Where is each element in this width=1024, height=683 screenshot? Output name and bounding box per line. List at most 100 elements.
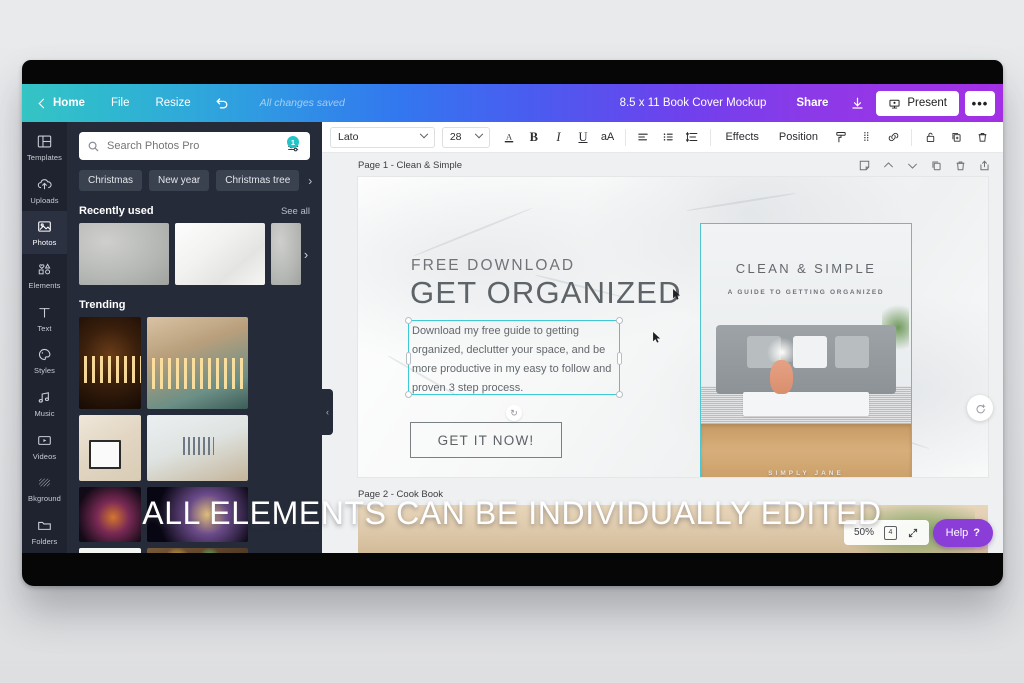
- resize-handle-top-right[interactable]: [616, 317, 623, 324]
- trending-header: Trending: [67, 285, 322, 317]
- photo-girl-lighting-menorah[interactable]: [147, 317, 248, 409]
- recent-thumb-white-marble[interactable]: [175, 223, 265, 285]
- help-question-mark: ?: [973, 527, 980, 539]
- photo-happy-paper-letters[interactable]: [79, 548, 141, 553]
- italic-button[interactable]: I: [546, 124, 571, 150]
- sidebar-item-elements[interactable]: Elements: [22, 254, 67, 297]
- link-button[interactable]: [880, 124, 906, 150]
- sidebar-item-bkground[interactable]: Bkground: [22, 468, 67, 511]
- eyebrow-text[interactable]: FREE DOWNLOAD: [411, 257, 575, 275]
- add-page-float-button[interactable]: [967, 395, 993, 421]
- book-cover-element[interactable]: CLEAN & SIMPLE A GUIDE TO GETTING ORGANI…: [700, 223, 912, 477]
- export-page-icon[interactable]: [978, 159, 991, 172]
- recently-used-see-all[interactable]: See all: [281, 206, 310, 217]
- sidebar-label-text: Text: [37, 323, 52, 333]
- toolbar-divider: [911, 128, 913, 146]
- bold-button[interactable]: B: [522, 124, 547, 150]
- photo-menorah-candles-dark[interactable]: [79, 317, 141, 409]
- home-button[interactable]: Home: [34, 84, 98, 122]
- photo-happy-holidays-card[interactable]: [79, 415, 141, 481]
- present-button[interactable]: Present: [876, 90, 959, 116]
- duplicate-page-icon[interactable]: [930, 159, 943, 172]
- share-button[interactable]: Share: [782, 84, 842, 122]
- note-icon[interactable]: [858, 159, 871, 172]
- text-color-button[interactable]: A: [497, 124, 522, 150]
- underline-button[interactable]: U: [571, 124, 596, 150]
- mouse-cursor: [673, 289, 681, 300]
- top-bar-right: 8.5 x 11 Book Cover Mockup Share Present…: [604, 84, 1003, 122]
- resize-handle-bottom-left[interactable]: [405, 391, 412, 398]
- duplicate-button[interactable]: [943, 124, 969, 150]
- sidebar-item-photos[interactable]: Photos: [22, 211, 67, 255]
- transparency-button[interactable]: [854, 124, 880, 150]
- photo-bokeh-lights[interactable]: [147, 548, 248, 553]
- search-input[interactable]: [107, 140, 279, 152]
- lock-button[interactable]: [917, 124, 943, 150]
- sidebar-item-folders[interactable]: Folders: [22, 510, 67, 553]
- cta-button[interactable]: GET IT NOW!: [410, 422, 562, 458]
- save-status: All changes saved: [259, 97, 345, 109]
- recent-next-icon[interactable]: ›: [298, 223, 314, 285]
- sidebar-item-videos[interactable]: Videos: [22, 425, 67, 468]
- resize-handle-middle-right[interactable]: [617, 351, 622, 365]
- page-count-button[interactable]: 4: [884, 525, 897, 540]
- sidebar-item-styles[interactable]: Styles: [22, 340, 67, 383]
- chips-next-icon[interactable]: ›: [306, 174, 312, 188]
- undo-button[interactable]: [204, 95, 240, 111]
- chip-new-year[interactable]: New year: [149, 170, 210, 191]
- app-screen: Home File Resize All changes saved 8.5 x…: [22, 84, 1003, 553]
- zoom-level[interactable]: 50%: [854, 527, 874, 538]
- copy-style-button[interactable]: [828, 124, 854, 150]
- bullet-list-button[interactable]: [655, 124, 680, 150]
- rotate-handle[interactable]: ↻: [506, 405, 522, 421]
- search-icon: [88, 141, 99, 151]
- selected-text-content[interactable]: Download my free guide to getting organi…: [412, 322, 618, 398]
- resize-button[interactable]: Resize: [142, 84, 203, 122]
- sidebar-item-text[interactable]: Text: [22, 297, 67, 340]
- sidebar-item-templates[interactable]: Templates: [22, 126, 67, 169]
- filter-button[interactable]: 1: [286, 136, 302, 153]
- position-button[interactable]: Position: [769, 131, 828, 143]
- page1-canvas[interactable]: FREE DOWNLOAD GET ORGANIZED Download my …: [358, 177, 988, 477]
- book-author: SIMPLY JANE: [768, 469, 844, 477]
- chip-christmas[interactable]: Christmas: [79, 170, 143, 191]
- photo-menorah-on-table[interactable]: [147, 415, 248, 481]
- sofa-cushion-white: [793, 335, 827, 368]
- line-spacing-button[interactable]: [680, 124, 705, 150]
- search-box[interactable]: 1: [79, 132, 310, 160]
- download-button[interactable]: [842, 84, 872, 122]
- fullscreen-expand-icon[interactable]: [907, 527, 919, 539]
- document-title[interactable]: 8.5 x 11 Book Cover Mockup: [604, 97, 783, 109]
- resize-handle-middle-left[interactable]: [406, 351, 411, 365]
- elements-shapes-icon: [38, 263, 51, 275]
- text-align-button[interactable]: [631, 124, 656, 150]
- undo-icon: [216, 98, 228, 109]
- selected-text-box[interactable]: Download my free guide to getting organi…: [405, 317, 623, 421]
- move-down-icon[interactable]: [906, 159, 919, 172]
- chip-christmas-tree[interactable]: Christmas tree: [216, 170, 300, 191]
- room-coffee-table: [743, 391, 869, 416]
- font-family-select[interactable]: Lato: [330, 126, 435, 148]
- photos-image-icon: [38, 221, 51, 232]
- headline-text[interactable]: GET ORGANIZED: [410, 275, 682, 311]
- font-size-select[interactable]: 28: [441, 126, 490, 148]
- more-options-button[interactable]: •••: [965, 90, 995, 116]
- sidebar-item-music[interactable]: Music: [22, 382, 67, 425]
- help-button[interactable]: Help ?: [932, 519, 993, 547]
- photo-fireworks-gold[interactable]: [147, 487, 248, 542]
- delete-page-icon[interactable]: [954, 159, 967, 172]
- panel-collapse-button[interactable]: ‹: [322, 389, 333, 435]
- delete-button[interactable]: [969, 124, 995, 150]
- recent-thumb-partial[interactable]: [271, 223, 301, 285]
- photo-fireworks-colorful[interactable]: [79, 487, 141, 542]
- move-up-icon[interactable]: [882, 159, 895, 172]
- text-align-icon: [638, 133, 648, 141]
- resize-handle-top-left[interactable]: [405, 317, 412, 324]
- sidebar-item-uploads[interactable]: Uploads: [22, 169, 67, 212]
- filter-badge: 1: [287, 136, 299, 148]
- file-menu[interactable]: File: [98, 84, 143, 122]
- recent-thumb-gray-marble[interactable]: [79, 223, 169, 285]
- effects-button[interactable]: Effects: [715, 131, 768, 143]
- resize-handle-bottom-right[interactable]: [616, 391, 623, 398]
- letter-case-button[interactable]: aA: [595, 124, 620, 150]
